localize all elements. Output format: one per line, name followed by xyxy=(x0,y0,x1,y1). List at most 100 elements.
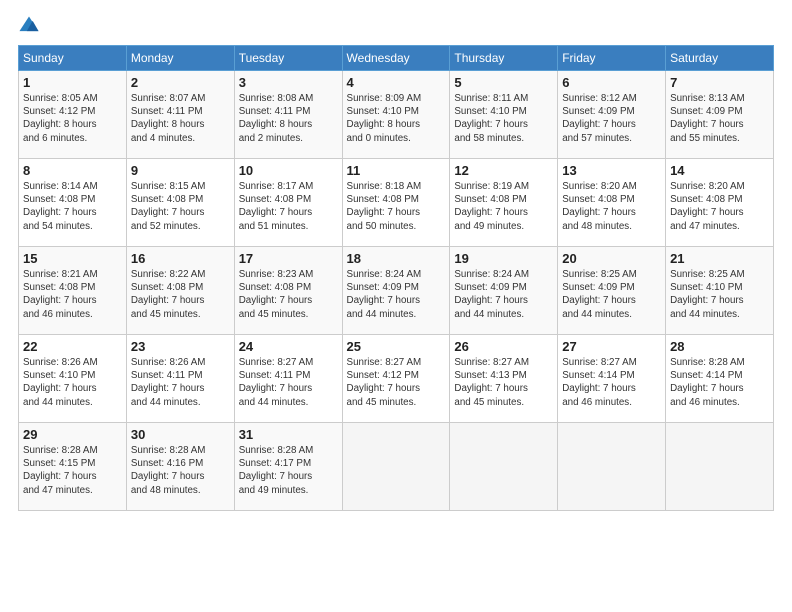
calendar-cell xyxy=(558,423,666,511)
col-header-monday: Monday xyxy=(126,46,234,71)
day-number: 28 xyxy=(670,339,769,354)
calendar-cell xyxy=(666,423,774,511)
cell-info: Sunrise: 8:19 AMSunset: 4:08 PMDaylight:… xyxy=(454,180,553,233)
cell-info: Sunrise: 8:17 AMSunset: 4:08 PMDaylight:… xyxy=(239,180,338,233)
cell-info: Sunrise: 8:05 AMSunset: 4:12 PMDaylight:… xyxy=(23,92,122,145)
day-number: 24 xyxy=(239,339,338,354)
calendar-cell: 24 Sunrise: 8:27 AMSunset: 4:11 PMDayligh… xyxy=(234,335,342,423)
calendar-cell xyxy=(342,423,450,511)
day-number: 26 xyxy=(454,339,553,354)
calendar-cell: 27 Sunrise: 8:27 AMSunset: 4:14 PMDayligh… xyxy=(558,335,666,423)
column-headers: SundayMondayTuesdayWednesdayThursdayFrid… xyxy=(19,46,774,71)
day-number: 1 xyxy=(23,75,122,90)
calendar-cell: 7Sunrise: 8:13 AMSunset: 4:09 PMDaylight… xyxy=(666,71,774,159)
cell-info: Sunrise: 8:28 AMSunset: 4:17 PMDaylight:… xyxy=(239,444,338,497)
calendar-cell: 23 Sunrise: 8:26 AMSunset: 4:11 PMDayligh… xyxy=(126,335,234,423)
cell-info: Sunrise: 8:25 AMSunset: 4:09 PMDaylight:… xyxy=(562,268,661,321)
cell-info: Sunrise: 8:28 AMSunset: 4:14 PMDaylight:… xyxy=(670,356,769,409)
calendar-cell: 28 Sunrise: 8:28 AMSunset: 4:14 PMDayligh… xyxy=(666,335,774,423)
logo xyxy=(18,15,44,37)
cell-info: Sunrise: 8:27 AMSunset: 4:12 PMDaylight:… xyxy=(347,356,446,409)
calendar-cell: 10 Sunrise: 8:17 AMSunset: 4:08 PMDayligh… xyxy=(234,159,342,247)
calendar-cell: 17Sunrise: 8:23 AMSunset: 4:08 PMDayligh… xyxy=(234,247,342,335)
day-number: 31 xyxy=(239,427,338,442)
cell-info: Sunrise: 8:09 AMSunset: 4:10 PMDaylight:… xyxy=(347,92,446,145)
day-number: 2 xyxy=(131,75,230,90)
calendar-cell: 19 Sunrise: 8:24 AMSunset: 4:09 PMDayligh… xyxy=(450,247,558,335)
day-number: 23 xyxy=(131,339,230,354)
cell-info: Sunrise: 8:07 AMSunset: 4:11 PMDaylight:… xyxy=(131,92,230,145)
calendar-cell: 30Sunrise: 8:28 AMSunset: 4:16 PMDayligh… xyxy=(126,423,234,511)
week-row-1: 1 Sunrise: 8:05 AMSunset: 4:12 PMDaylight… xyxy=(19,71,774,159)
calendar-cell: 11 Sunrise: 8:18 AMSunset: 4:08 PMDayligh… xyxy=(342,159,450,247)
week-row-5: 29 Sunrise: 8:28 AMSunset: 4:15 PMDayligh… xyxy=(19,423,774,511)
calendar-cell: 21 Sunrise: 8:25 AMSunset: 4:10 PMDayligh… xyxy=(666,247,774,335)
cell-info: Sunrise: 8:11 AMSunset: 4:10 PMDaylight:… xyxy=(454,92,553,145)
week-row-4: 22 Sunrise: 8:26 AMSunset: 4:10 PMDayligh… xyxy=(19,335,774,423)
day-number: 10 xyxy=(239,163,338,178)
day-number: 4 xyxy=(347,75,446,90)
calendar-cell: 16 Sunrise: 8:22 AMSunset: 4:08 PMDayligh… xyxy=(126,247,234,335)
cell-info: Sunrise: 8:26 AMSunset: 4:10 PMDaylight:… xyxy=(23,356,122,409)
day-number: 15 xyxy=(23,251,122,266)
week-row-2: 8 Sunrise: 8:14 AMSunset: 4:08 PMDaylight… xyxy=(19,159,774,247)
calendar-cell: 14 Sunrise: 8:20 AMSunset: 4:08 PMDayligh… xyxy=(666,159,774,247)
cell-info: Sunrise: 8:21 AMSunset: 4:08 PMDaylight:… xyxy=(23,268,122,321)
day-number: 3 xyxy=(239,75,338,90)
calendar-cell: 29 Sunrise: 8:28 AMSunset: 4:15 PMDayligh… xyxy=(19,423,127,511)
calendar-cell: 12Sunrise: 8:19 AMSunset: 4:08 PMDayligh… xyxy=(450,159,558,247)
day-number: 14 xyxy=(670,163,769,178)
cell-info: Sunrise: 8:26 AMSunset: 4:11 PMDaylight:… xyxy=(131,356,230,409)
cell-info: Sunrise: 8:27 AMSunset: 4:13 PMDaylight:… xyxy=(454,356,553,409)
calendar-cell: 20 Sunrise: 8:25 AMSunset: 4:09 PMDayligh… xyxy=(558,247,666,335)
cell-info: Sunrise: 8:25 AMSunset: 4:10 PMDaylight:… xyxy=(670,268,769,321)
day-number: 22 xyxy=(23,339,122,354)
day-number: 27 xyxy=(562,339,661,354)
calendar-cell: 5 Sunrise: 8:11 AMSunset: 4:10 PMDaylight… xyxy=(450,71,558,159)
calendar-body: 1 Sunrise: 8:05 AMSunset: 4:12 PMDaylight… xyxy=(19,71,774,511)
calendar-cell: 4 Sunrise: 8:09 AMSunset: 4:10 PMDaylight… xyxy=(342,71,450,159)
col-header-tuesday: Tuesday xyxy=(234,46,342,71)
day-number: 16 xyxy=(131,251,230,266)
day-number: 29 xyxy=(23,427,122,442)
calendar-cell: 22 Sunrise: 8:26 AMSunset: 4:10 PMDayligh… xyxy=(19,335,127,423)
col-header-thursday: Thursday xyxy=(450,46,558,71)
calendar-cell: 26 Sunrise: 8:27 AMSunset: 4:13 PMDayligh… xyxy=(450,335,558,423)
day-number: 8 xyxy=(23,163,122,178)
calendar-cell: 18 Sunrise: 8:24 AMSunset: 4:09 PMDayligh… xyxy=(342,247,450,335)
col-header-wednesday: Wednesday xyxy=(342,46,450,71)
cell-info: Sunrise: 8:15 AMSunset: 4:08 PMDaylight:… xyxy=(131,180,230,233)
cell-info: Sunrise: 8:24 AMSunset: 4:09 PMDaylight:… xyxy=(454,268,553,321)
day-number: 20 xyxy=(562,251,661,266)
cell-info: Sunrise: 8:18 AMSunset: 4:08 PMDaylight:… xyxy=(347,180,446,233)
calendar-table: SundayMondayTuesdayWednesdayThursdayFrid… xyxy=(18,45,774,511)
cell-info: Sunrise: 8:28 AMSunset: 4:16 PMDaylight:… xyxy=(131,444,230,497)
logo-icon xyxy=(18,15,40,37)
cell-info: Sunrise: 8:22 AMSunset: 4:08 PMDaylight:… xyxy=(131,268,230,321)
day-number: 5 xyxy=(454,75,553,90)
calendar-cell: 15 Sunrise: 8:21 AMSunset: 4:08 PMDayligh… xyxy=(19,247,127,335)
cell-info: Sunrise: 8:24 AMSunset: 4:09 PMDaylight:… xyxy=(347,268,446,321)
cell-info: Sunrise: 8:20 AMSunset: 4:08 PMDaylight:… xyxy=(670,180,769,233)
calendar-cell: 25Sunrise: 8:27 AMSunset: 4:12 PMDayligh… xyxy=(342,335,450,423)
cell-info: Sunrise: 8:23 AMSunset: 4:08 PMDaylight:… xyxy=(239,268,338,321)
day-number: 19 xyxy=(454,251,553,266)
calendar-cell: 2 Sunrise: 8:07 AMSunset: 4:11 PMDaylight… xyxy=(126,71,234,159)
day-number: 11 xyxy=(347,163,446,178)
cell-info: Sunrise: 8:14 AMSunset: 4:08 PMDaylight:… xyxy=(23,180,122,233)
calendar-cell: 13Sunrise: 8:20 AMSunset: 4:08 PMDayligh… xyxy=(558,159,666,247)
calendar-cell: 31 Sunrise: 8:28 AMSunset: 4:17 PMDayligh… xyxy=(234,423,342,511)
day-number: 6 xyxy=(562,75,661,90)
col-header-saturday: Saturday xyxy=(666,46,774,71)
week-row-3: 15 Sunrise: 8:21 AMSunset: 4:08 PMDayligh… xyxy=(19,247,774,335)
cell-info: Sunrise: 8:27 AMSunset: 4:14 PMDaylight:… xyxy=(562,356,661,409)
day-number: 9 xyxy=(131,163,230,178)
cell-info: Sunrise: 8:12 AMSunset: 4:09 PMDaylight:… xyxy=(562,92,661,145)
day-number: 21 xyxy=(670,251,769,266)
calendar-cell: 9 Sunrise: 8:15 AMSunset: 4:08 PMDaylight… xyxy=(126,159,234,247)
cell-info: Sunrise: 8:28 AMSunset: 4:15 PMDaylight:… xyxy=(23,444,122,497)
cell-info: Sunrise: 8:27 AMSunset: 4:11 PMDaylight:… xyxy=(239,356,338,409)
cell-info: Sunrise: 8:08 AMSunset: 4:11 PMDaylight:… xyxy=(239,92,338,145)
cell-info: Sunrise: 8:20 AMSunset: 4:08 PMDaylight:… xyxy=(562,180,661,233)
day-number: 18 xyxy=(347,251,446,266)
